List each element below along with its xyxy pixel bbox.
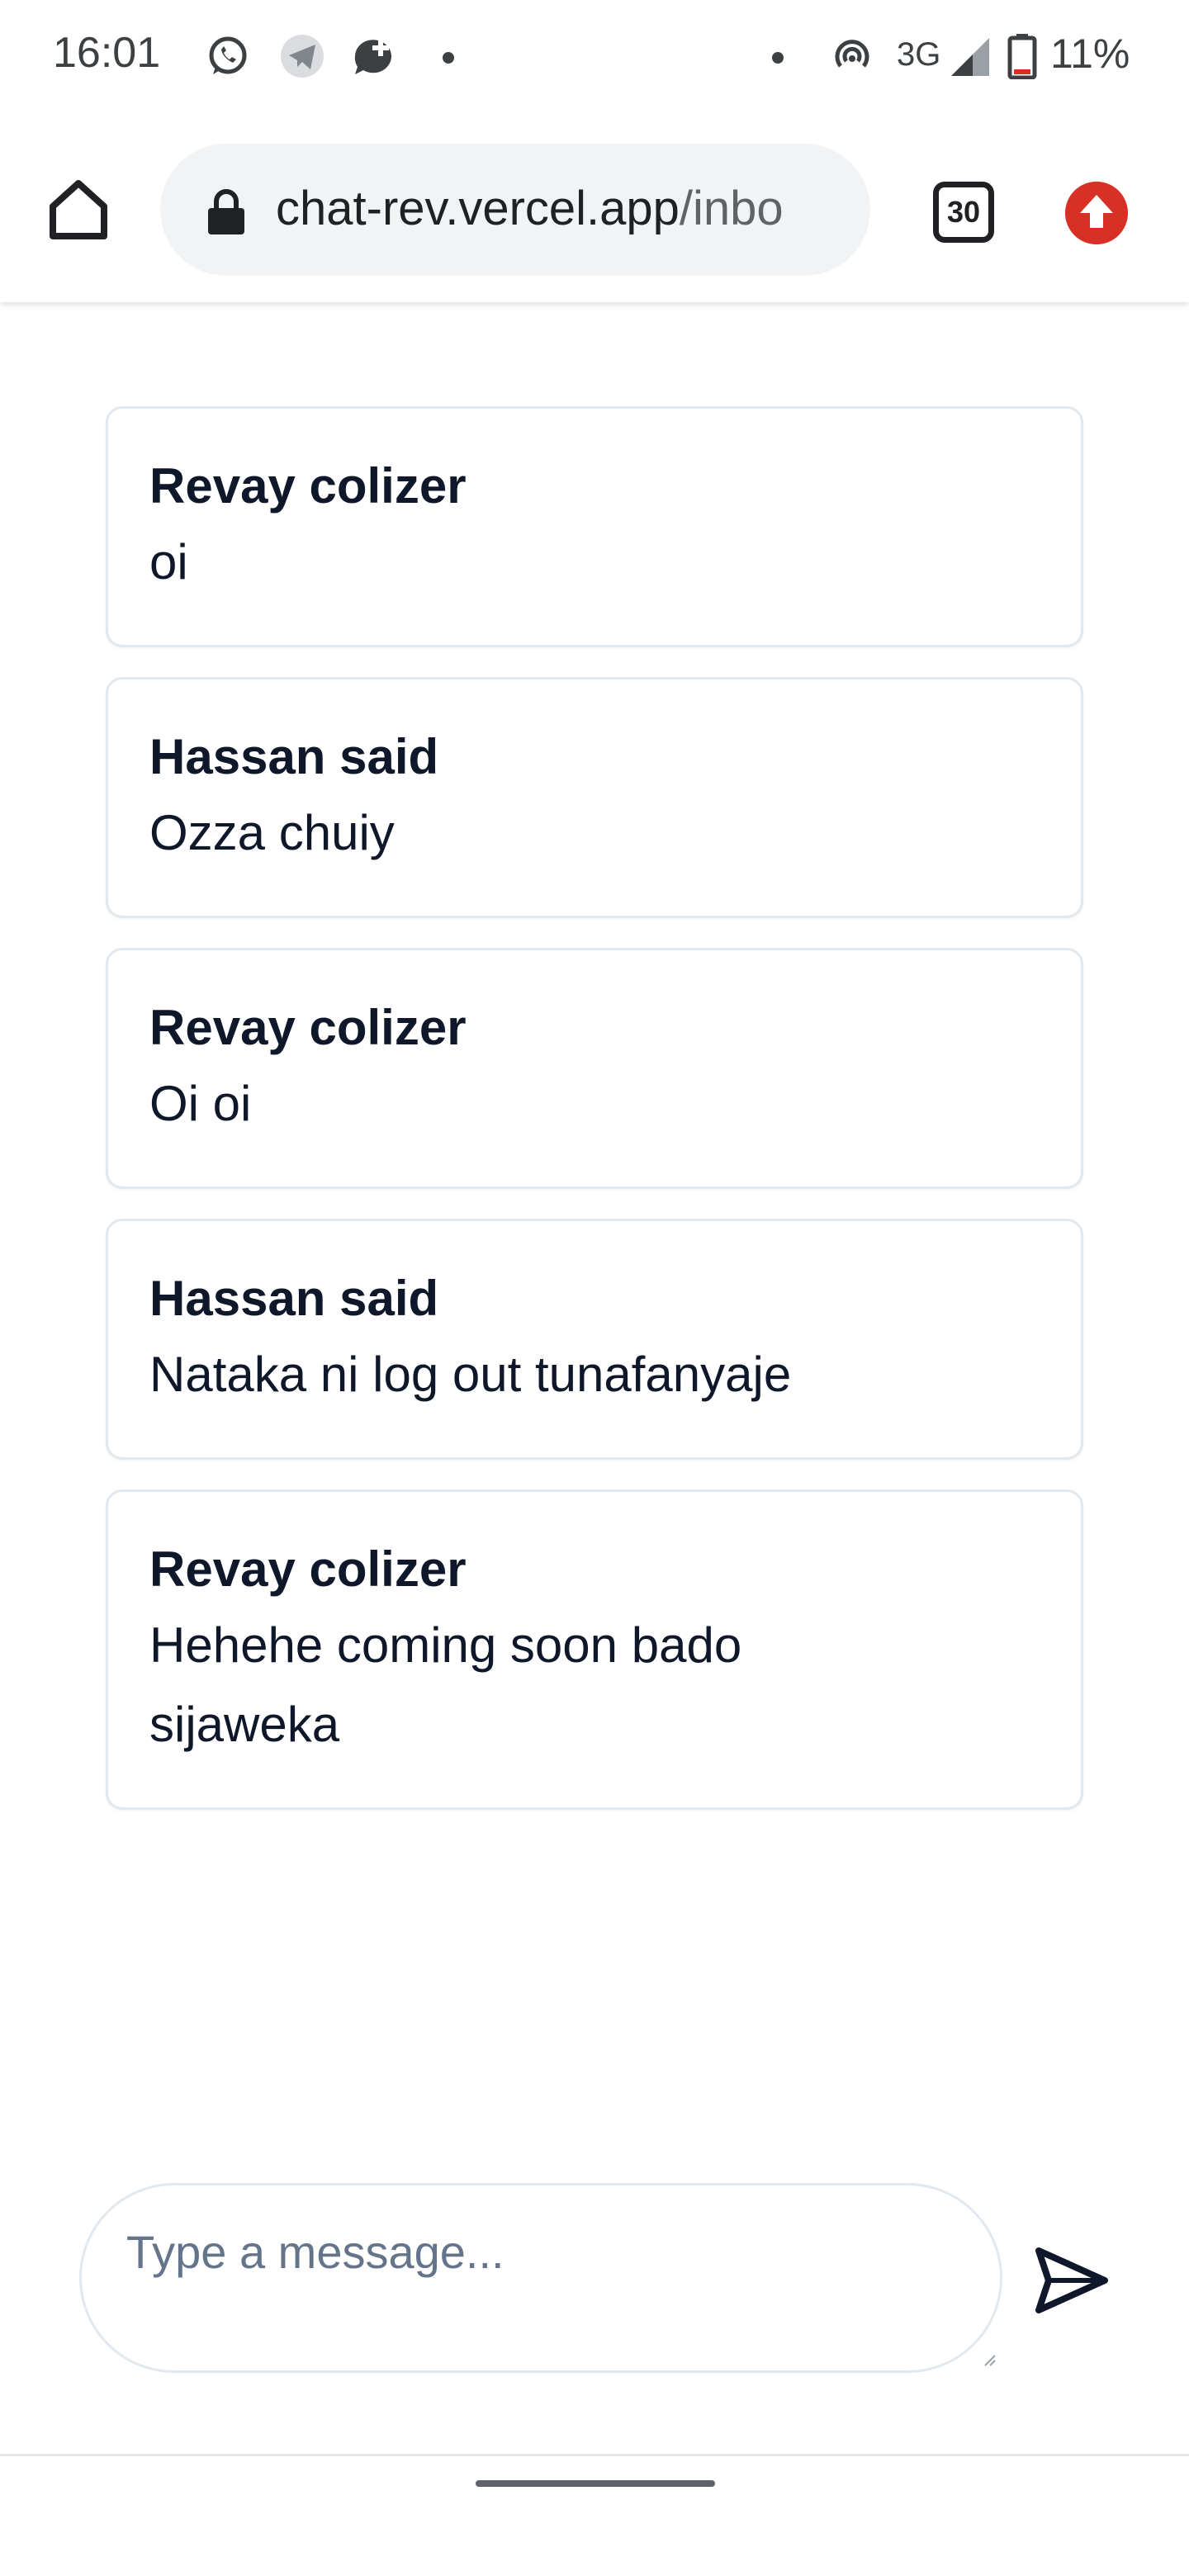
message-text: Nataka ni log out tunafanyaje xyxy=(149,1347,792,1402)
browser-toolbar: chat-rev.vercel.app/inbo 30 xyxy=(0,116,1189,302)
message-card: Revay colizer Hehehe coming soon bado si… xyxy=(106,1489,1083,1810)
gesture-navigation-bar[interactable] xyxy=(476,2480,715,2487)
telegram-icon xyxy=(281,35,324,78)
network-type: 3G xyxy=(897,36,941,73)
hotspot-icon xyxy=(835,40,869,68)
url-domain: chat-rev.vercel.app xyxy=(276,182,680,235)
resize-grip-icon[interactable] xyxy=(983,2354,997,2367)
tab-switcher-button[interactable]: 30 xyxy=(933,182,994,243)
message-text: oi xyxy=(149,534,188,590)
message-list: Revay colizer oi Hassan said Ozza chuiy … xyxy=(106,406,1083,1840)
message-card: Revay colizer oi xyxy=(106,406,1083,647)
chat-plus-icon xyxy=(354,40,391,74)
address-bar[interactable]: chat-rev.vercel.app/inbo xyxy=(160,144,870,276)
notification-dot xyxy=(443,52,454,64)
status-bar: 16:01 3G 11% xyxy=(0,0,1189,116)
lock-icon xyxy=(208,189,244,234)
message-sender: Hassan said xyxy=(149,1271,439,1326)
message-text: Hehehe coming soon bado sijaweka xyxy=(149,1617,742,1752)
message-text: Ozza chuiy xyxy=(149,805,395,860)
update-icon[interactable] xyxy=(1065,182,1128,244)
message-sender: Revay colizer xyxy=(149,1541,467,1597)
message-input[interactable] xyxy=(125,2218,950,2285)
message-sender: Hassan said xyxy=(149,729,439,784)
message-composer xyxy=(79,2183,1002,2373)
whatsapp-icon xyxy=(209,36,247,74)
message-card: Revay colizer Oi oi xyxy=(106,948,1083,1189)
message-card: Hassan said Nataka ni log out tunafanyaj… xyxy=(106,1219,1083,1460)
url-path: /inbo xyxy=(679,182,784,235)
home-icon[interactable] xyxy=(43,173,114,244)
message-text: Oi oi xyxy=(149,1076,252,1131)
status-time: 16:01 xyxy=(53,29,161,77)
tab-count: 30 xyxy=(946,195,981,229)
battery-icon xyxy=(1007,34,1037,79)
send-icon[interactable] xyxy=(1030,2239,1113,2322)
signal-icon xyxy=(951,38,989,76)
notification-dot xyxy=(772,52,784,64)
url-text: chat-rev.vercel.app/inbo xyxy=(276,185,784,233)
message-sender: Revay colizer xyxy=(149,1000,467,1055)
message-sender: Revay colizer xyxy=(149,458,467,514)
bottom-divider xyxy=(0,2454,1189,2456)
message-card: Hassan said Ozza chuiy xyxy=(106,677,1083,918)
battery-percentage: 11% xyxy=(1050,31,1130,77)
